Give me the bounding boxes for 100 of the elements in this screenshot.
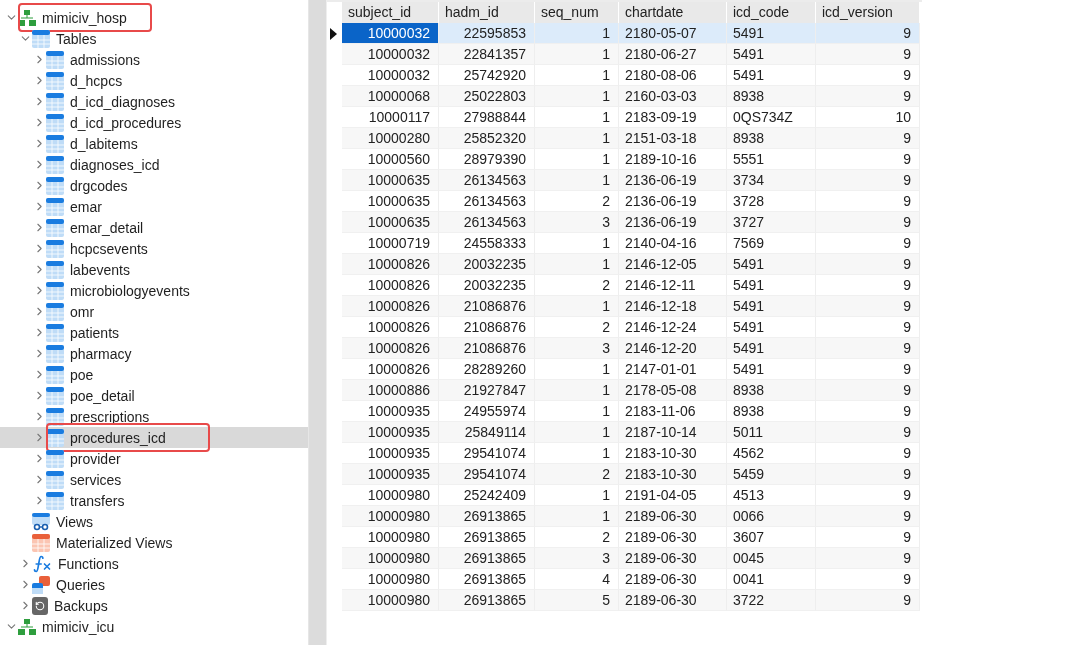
table-cell: 2 [535,275,619,296]
tree-item[interactable]: mimiciv_icu [0,616,308,637]
table-cell: 3 [535,548,619,569]
scrollbar[interactable] [308,0,326,645]
tree-item[interactable]: Views [0,511,308,532]
tree-item-label: hcpcsevents [70,240,148,257]
table-cell: 2183-11-06 [619,401,727,422]
table-cell: 2146-12-05 [619,254,727,275]
table-cell: 5551 [727,149,816,170]
table-cell: 10000826 [342,317,439,338]
table-cell: 3727 [727,212,816,233]
table-cell: 10000980 [342,527,439,548]
table-cell: 5 [535,590,619,611]
table-cell: 8938 [727,401,816,422]
column-header[interactable]: hadm_id [439,2,535,23]
tree-item-label: provider [70,450,121,467]
table-cell: 2180-08-06 [619,65,727,86]
tree-item[interactable]: d_icd_procedures [0,112,308,133]
table-cell: 24558333 [439,233,535,254]
tree-item[interactable]: labevents [0,259,308,280]
column-header[interactable]: chartdate [619,2,727,23]
tree-item[interactable]: d_labitems [0,133,308,154]
tree-item-label: d_hcpcs [70,72,123,89]
table-cell: 10000980 [342,485,439,506]
tree-item-label: admissions [70,51,141,68]
tree-item-label: mimiciv_icu [42,618,115,635]
tree-item[interactable]: diagnoses_icd [0,154,308,175]
table-cell: 25852320 [439,128,535,149]
table-cell: 2189-06-30 [619,569,727,590]
tree-item[interactable]: d_icd_diagnoses [0,91,308,112]
tree-item[interactable]: transfers [0,490,308,511]
table-cell: 26134563 [439,170,535,191]
table-cell: 2146-12-20 [619,338,727,359]
table-cell: 1 [535,380,619,401]
column-header[interactable]: subject_id [342,2,439,23]
tree-item[interactable]: poe_detail [0,385,308,406]
table-icon [46,491,64,510]
tree-item[interactable]: d_hcpcs [0,70,308,91]
tree-item[interactable]: hcpcsevents [0,238,308,259]
table-icon [46,386,64,405]
table-cell: 9 [816,548,920,569]
tree-item[interactable]: microbiologyevents [0,280,308,301]
tree-item-label: poe_detail [70,387,135,404]
table-icon [32,533,50,552]
table-cell: 5011 [727,422,816,443]
table-cell: 2180-06-27 [619,44,727,65]
column-header[interactable]: icd_code [727,2,816,23]
table-cell: 1 [535,359,619,380]
table-icon [46,197,64,216]
tree-item[interactable]: Functions [0,553,308,574]
table-cell: 26134563 [439,191,535,212]
tree-item[interactable]: drgcodes [0,175,308,196]
tree-item[interactable]: Backups [0,595,308,616]
table-cell: 1 [535,107,619,128]
tree-item[interactable]: poe [0,364,308,385]
table-cell: 2189-06-30 [619,590,727,611]
tree-item[interactable]: emar_detail [0,217,308,238]
table-cell: 26913865 [439,590,535,611]
table-cell: 10000826 [342,359,439,380]
table-icon [46,134,64,153]
tree-item[interactable]: emar [0,196,308,217]
table-cell: 9 [816,65,920,86]
database-icon [18,9,36,26]
tree-item-label: microbiologyevents [70,282,190,299]
table-cell: 10000935 [342,443,439,464]
tree-item[interactable]: provider [0,448,308,469]
tree-item-label: Materialized Views [56,534,173,551]
table-cell: 2136-06-19 [619,191,727,212]
tree-item[interactable]: Queries [0,574,308,595]
tree-item[interactable]: mimiciv_hosp [0,7,308,28]
table-cell: 1 [535,86,619,107]
table-cell: 9 [816,590,920,611]
tree-item[interactable]: Materialized Views [0,532,308,553]
table-cell: 10000560 [342,149,439,170]
tree-item[interactable]: omr [0,301,308,322]
table-cell: 5491 [727,65,816,86]
table-cell: 5491 [727,317,816,338]
table-cell: 9 [816,317,920,338]
table-icon [46,71,64,90]
tree-item[interactable]: prescriptions [0,406,308,427]
table-cell: 3 [535,338,619,359]
table-icon [46,407,64,426]
tree-item[interactable]: patients [0,322,308,343]
query-icon [32,575,50,594]
table-icon [46,470,64,489]
table-cell: 1 [535,233,619,254]
tree-item[interactable]: services [0,469,308,490]
column-header[interactable]: icd_version [816,2,920,23]
table-cell: 21927847 [439,380,535,401]
tree-item[interactable]: admissions [0,49,308,70]
table-cell: 0045 [727,548,816,569]
table-cell: 2191-04-05 [619,485,727,506]
tree-item[interactable]: Tables [0,28,308,49]
table-cell: 10000826 [342,254,439,275]
column-header[interactable]: seq_num [535,2,619,23]
table-cell: 1 [535,44,619,65]
table-cell: 1 [535,128,619,149]
table-icon [32,29,50,48]
tree-item-label: Backups [54,597,108,614]
tree-item[interactable]: pharmacy [0,343,308,364]
